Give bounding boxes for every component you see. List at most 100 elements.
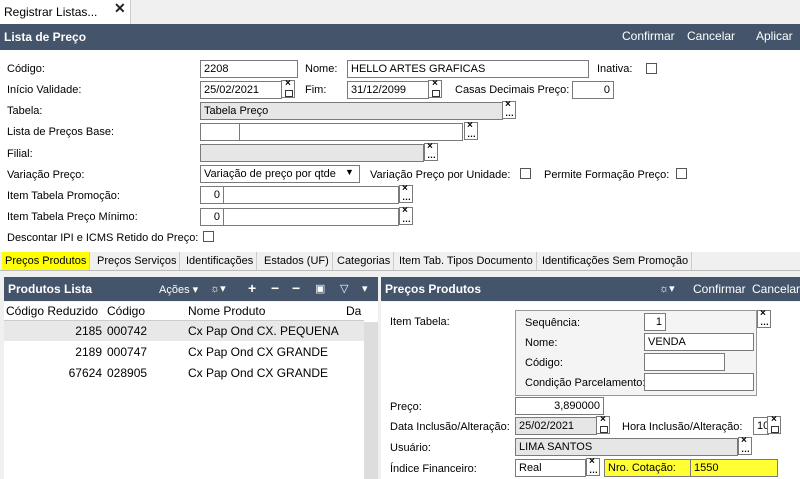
- filial-field[interactable]: [200, 144, 424, 162]
- precos-produtos-form: Item Tabela: Sequência: 1 Nome: VENDA Có…: [381, 302, 800, 479]
- descontar-ipi-checkbox[interactable]: [203, 231, 214, 242]
- cancel-button[interactable]: Cancelar: [687, 29, 735, 43]
- tab-estados-uf[interactable]: Estados (UF): [261, 252, 333, 270]
- tab-item-tipos-documento[interactable]: Item Tab. Tipos Documento: [396, 252, 537, 270]
- variacao-preco-label: Variação Preço:: [7, 169, 85, 181]
- sequencia-label: Sequência:: [525, 317, 581, 329]
- item-minimo-code-field[interactable]: 0: [200, 208, 224, 226]
- tabela-field[interactable]: Tabela Preço: [200, 102, 503, 120]
- col-codigo-reduzido[interactable]: Código Reduzido: [6, 304, 98, 318]
- acoes-menu-button[interactable]: Ações ▾: [159, 283, 198, 296]
- cell-reduzido: 2189: [75, 345, 102, 359]
- acoes-label: Ações: [159, 284, 190, 296]
- item-promocao-label: Item Tabela Promoção:: [7, 190, 120, 202]
- item-promocao-lookup-icon[interactable]: ×…: [399, 183, 413, 203]
- lista-base-code-field[interactable]: [200, 123, 240, 141]
- fim-field[interactable]: 31/12/2099: [347, 81, 429, 99]
- inicio-calendar-icon[interactable]: ×: [281, 78, 295, 98]
- window-tab-title: Registrar Listas...: [4, 5, 98, 19]
- fim-label: Fim:: [305, 84, 327, 96]
- codigo-label: Código:: [7, 63, 45, 75]
- close-icon[interactable]: ✕: [114, 0, 126, 17]
- more-icon[interactable]: ▾: [362, 282, 368, 295]
- col-codigo[interactable]: Código: [107, 304, 145, 318]
- cell-codigo: 000742: [107, 324, 148, 338]
- filial-lookup-icon[interactable]: ×…: [424, 141, 438, 161]
- edit-icon[interactable]: ▣: [315, 282, 325, 295]
- col-nome-produto[interactable]: Nome Produto: [188, 304, 265, 318]
- data-inclusao-field[interactable]: 25/02/2021: [515, 417, 597, 435]
- item-tabela-lookup-icon[interactable]: ×…: [757, 308, 771, 328]
- item-codigo-field[interactable]: [644, 353, 725, 371]
- fim-calendar-icon[interactable]: ×: [428, 78, 442, 98]
- tab-identificacoes-sem-promocao[interactable]: Identificações Sem Promoção: [539, 252, 693, 270]
- form-header: Lista de Preço Confirmar Cancelar Aplica…: [0, 24, 800, 50]
- item-tabela-label: Item Tabela:: [390, 316, 450, 328]
- precos-produtos-title: Preços Produtos: [385, 282, 482, 296]
- preco-field[interactable]: 3,890000: [515, 397, 604, 415]
- produtos-lista-header: Produtos Lista Ações ▾ ☼▾ + − − ▣ ▽ ▾: [4, 277, 378, 301]
- table-row[interactable]: 2185 000742 Cx Pap Ond CX. PEQUENA: [4, 321, 364, 341]
- main-form: Código: 2208 Nome: HELLO ARTES GRAFICAS …: [0, 50, 800, 252]
- remove-icon[interactable]: −: [271, 280, 279, 296]
- add-icon[interactable]: +: [248, 280, 256, 296]
- table-row[interactable]: 67624 028905 Cx Pap Ond CX GRANDE: [4, 363, 364, 383]
- indice-financeiro-field[interactable]: Real: [515, 459, 586, 477]
- item-promocao-name-field[interactable]: [223, 186, 399, 204]
- cell-nome: Cx Pap Ond CX GRANDE: [188, 345, 329, 359]
- casas-decimais-label: Casas Decimais Preço:: [455, 84, 570, 96]
- tab-precos-produtos[interactable]: Preços Produtos: [2, 252, 91, 270]
- indice-financeiro-label: Índice Financeiro:: [390, 463, 477, 475]
- filter-options-icon[interactable]: ☼▾: [659, 282, 675, 295]
- nome-field[interactable]: HELLO ARTES GRAFICAS: [347, 60, 589, 78]
- casas-decimais-field[interactable]: 0: [572, 81, 614, 99]
- inicio-validade-label: Início Validade:: [7, 84, 82, 96]
- nro-cotacao-field[interactable]: 1550: [690, 459, 778, 477]
- apply-button[interactable]: Aplicar: [756, 29, 793, 43]
- item-nome-field[interactable]: VENDA: [644, 333, 754, 351]
- data-calendar-icon[interactable]: ×: [596, 414, 610, 434]
- variacao-preco-select[interactable]: Variação de preço por qtde: [200, 165, 360, 183]
- col-da[interactable]: Da: [346, 304, 361, 318]
- confirm-button[interactable]: Confirmar: [622, 29, 675, 43]
- permite-formacao-label: Permite Formação Preço:: [544, 169, 670, 181]
- condicao-parcelamento-field[interactable]: [644, 373, 754, 391]
- table-row[interactable]: 2189 000747 Cx Pap Ond CX GRANDE: [4, 342, 364, 362]
- detail-tabs: Preços Produtos Preços Serviços Identifi…: [0, 252, 800, 271]
- tab-precos-servicos[interactable]: Preços Serviços: [94, 252, 181, 270]
- chevron-down-icon[interactable]: ▼: [345, 167, 354, 177]
- cancel-item-button[interactable]: Cancelar: [752, 282, 800, 296]
- item-minimo-name-field[interactable]: [223, 208, 399, 226]
- hora-clock-icon[interactable]: ×: [767, 414, 781, 434]
- tabela-lookup-icon[interactable]: ×…: [502, 99, 516, 119]
- usuario-label: Usuário:: [390, 442, 431, 454]
- lista-base-lookup-icon[interactable]: ×…: [464, 120, 478, 140]
- usuario-field[interactable]: LIMA SANTOS: [515, 438, 738, 456]
- grid-scrollbar[interactable]: [364, 322, 378, 479]
- grid-header-row: Código Reduzido Código Nome Produto Da: [4, 302, 364, 321]
- item-promocao-code-field[interactable]: 0: [200, 186, 224, 204]
- minus-icon[interactable]: −: [292, 280, 300, 296]
- cell-codigo: 028905: [107, 366, 148, 380]
- indice-lookup-icon[interactable]: ×…: [586, 456, 600, 476]
- inicio-validade-field[interactable]: 25/02/2021: [200, 81, 282, 99]
- variacao-unidade-checkbox[interactable]: [520, 168, 531, 179]
- permite-formacao-checkbox[interactable]: [676, 168, 687, 179]
- lista-base-name-field[interactable]: [239, 123, 463, 141]
- tab-categorias[interactable]: Categorias: [334, 252, 395, 270]
- inativa-checkbox[interactable]: [646, 63, 657, 74]
- tab-identificacoes[interactable]: Identificações: [183, 252, 258, 270]
- item-tabela-group: Sequência: 1 Nome: VENDA Código: Condiçã…: [515, 310, 757, 396]
- page-title: Lista de Preço: [4, 30, 87, 44]
- filter-options-icon[interactable]: ☼▾: [210, 282, 226, 295]
- usuario-lookup-icon[interactable]: ×…: [738, 435, 752, 455]
- variacao-unidade-label: Variação Preço por Unidade:: [370, 169, 511, 181]
- filter-icon[interactable]: ▽: [340, 282, 348, 295]
- confirm-item-button[interactable]: Confirmar: [693, 282, 746, 296]
- cell-nome: Cx Pap Ond CX GRANDE: [188, 366, 329, 380]
- hora-inclusao-label: Hora Inclusão/Alteração:: [622, 421, 743, 433]
- window-tab-registrar-listas[interactable]: Registrar Listas... ✕: [0, 0, 131, 24]
- item-minimo-lookup-icon[interactable]: ×…: [399, 205, 413, 225]
- codigo-field[interactable]: 2208: [200, 60, 298, 78]
- sequencia-field[interactable]: 1: [644, 313, 666, 331]
